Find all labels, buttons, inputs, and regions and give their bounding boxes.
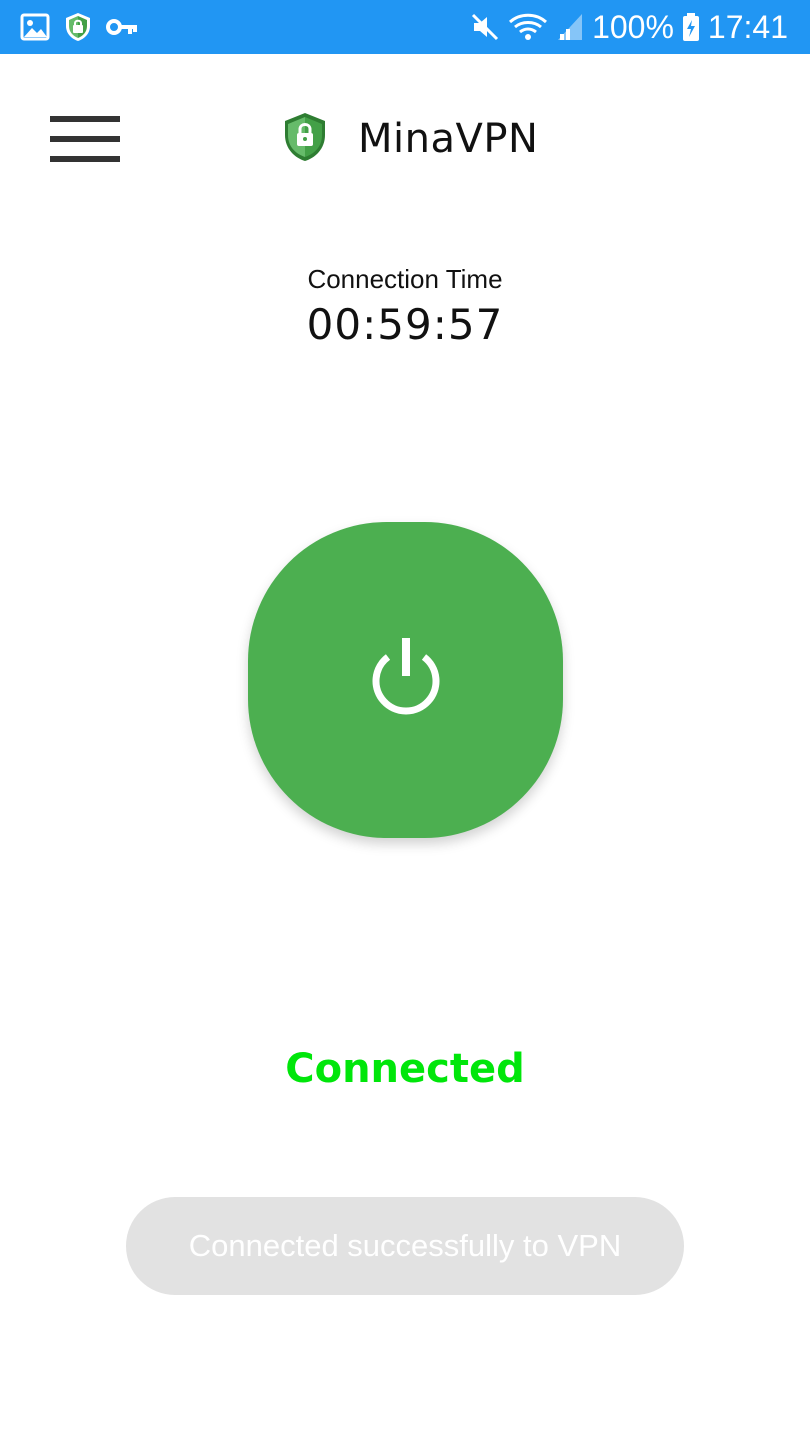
battery-charging-icon — [682, 12, 700, 42]
status-bar-system: 100% 17:41 — [470, 6, 788, 48]
connection-timer: 00:59:57 — [306, 300, 504, 349]
app-brand: MinaVPN — [282, 112, 538, 166]
battery-percentage: 100% — [592, 9, 674, 45]
signal-icon — [556, 12, 584, 42]
power-icon — [361, 633, 451, 728]
power-button[interactable] — [248, 522, 563, 838]
vpn-key-icon — [106, 17, 138, 37]
shield-lock-icon — [282, 111, 328, 168]
vpn-shield-icon — [64, 12, 92, 42]
toast-message: Connected successfully to VPN — [126, 1197, 684, 1295]
wifi-icon — [508, 12, 548, 42]
menu-line — [50, 116, 120, 122]
menu-line — [50, 136, 120, 142]
connection-status: Connected — [285, 1046, 525, 1092]
clock: 17:41 — [707, 9, 788, 45]
app-name: MinaVPN — [358, 116, 539, 162]
hamburger-menu-icon[interactable] — [50, 112, 122, 166]
toast-text: Connected successfully to VPN — [188, 1228, 622, 1263]
connection-time-label: Connection Time — [307, 264, 503, 294]
status-bar: 100% 17:41 — [0, 0, 810, 54]
vpn-main-screen: 100% 17:41 MinaVPN Connection Time 00:59… — [0, 0, 810, 1440]
menu-line — [50, 156, 120, 162]
status-bar-notifications — [20, 10, 138, 44]
mute-icon — [470, 12, 500, 42]
gallery-icon — [20, 13, 50, 41]
